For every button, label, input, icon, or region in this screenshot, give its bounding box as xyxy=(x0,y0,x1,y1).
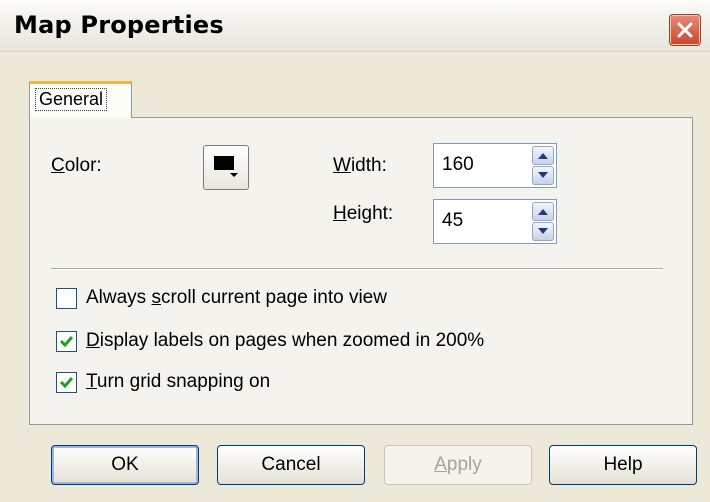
apply-button: Apply xyxy=(384,445,532,485)
cancel-button[interactable]: Cancel xyxy=(217,445,365,485)
width-field[interactable]: 160 xyxy=(433,143,557,188)
checkmark-icon xyxy=(59,336,74,348)
help-button[interactable]: Help xyxy=(549,445,697,485)
width-label-rest: idth: xyxy=(350,155,387,176)
height-label-mnemonic: H xyxy=(333,203,347,224)
height-value: 45 xyxy=(442,210,464,231)
color-picker-button[interactable] xyxy=(203,145,249,190)
arrow-down-icon xyxy=(538,172,548,178)
color-label: Color: xyxy=(51,155,102,177)
height-spin-down-button[interactable] xyxy=(532,222,554,241)
width-spin-up-button[interactable] xyxy=(532,146,554,165)
tab-general-label: General xyxy=(35,88,108,111)
color-swatch xyxy=(214,156,234,170)
height-label-rest: eight: xyxy=(346,203,394,224)
arrow-down-icon xyxy=(538,228,548,234)
close-icon xyxy=(677,22,693,38)
width-label: Width: xyxy=(333,155,387,177)
title-bar[interactable]: Map Properties xyxy=(0,0,710,52)
height-spin-up-button[interactable] xyxy=(532,202,554,221)
display-labels-label[interactable]: Display labels on pages when zoomed in 2… xyxy=(86,330,484,352)
tab-general[interactable]: General xyxy=(29,81,132,118)
display-labels-checkbox[interactable] xyxy=(56,331,77,352)
checkmark-icon xyxy=(59,377,74,389)
section-divider xyxy=(51,268,663,270)
width-spin-down-button[interactable] xyxy=(532,166,554,185)
ok-button[interactable]: OK xyxy=(51,445,199,485)
grid-snapping-checkbox[interactable] xyxy=(56,372,77,393)
arrow-up-icon xyxy=(538,209,548,215)
width-label-mnemonic: W xyxy=(333,155,351,176)
window-title: Map Properties xyxy=(14,11,224,39)
height-field[interactable]: 45 xyxy=(433,199,557,244)
height-spinner xyxy=(532,202,554,241)
close-button[interactable] xyxy=(669,14,701,46)
color-label-mnemonic: C xyxy=(51,155,65,176)
width-value: 160 xyxy=(442,154,474,175)
scroll-into-view-checkbox[interactable] xyxy=(56,288,77,309)
chevron-down-icon xyxy=(230,173,238,177)
width-spinner xyxy=(532,146,554,185)
height-label: Height: xyxy=(333,203,393,225)
color-label-rest: olor: xyxy=(64,155,102,176)
arrow-up-icon xyxy=(538,153,548,159)
grid-snapping-label[interactable]: Turn grid snapping on xyxy=(86,371,270,393)
scroll-into-view-label[interactable]: Always scroll current page into view xyxy=(86,287,387,309)
map-properties-dialog: Map Properties General Color: Width: 160 xyxy=(0,0,710,502)
